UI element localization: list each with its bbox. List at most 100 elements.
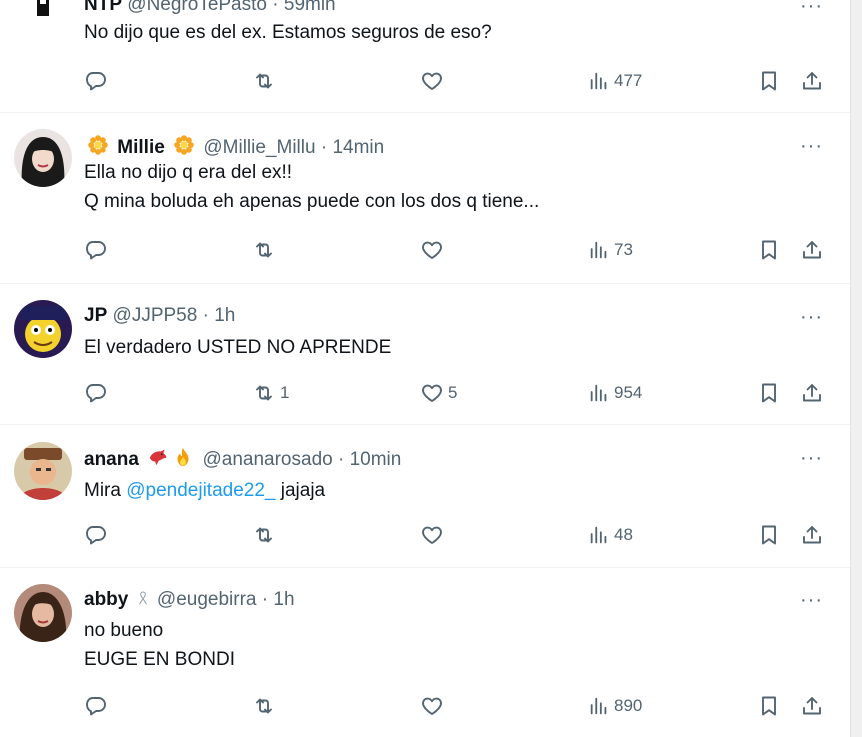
separator-dot: · (202, 305, 209, 326)
bookmark-button[interactable] (757, 378, 781, 408)
tweet-text: no bueno EUGE EN BONDI (84, 616, 235, 674)
reply-button[interactable] (84, 691, 112, 721)
sunflower-icon (87, 134, 109, 156)
avatar-image (14, 300, 72, 358)
reply-button[interactable] (84, 520, 112, 550)
bookmark-icon (757, 69, 781, 93)
avatar-image (14, 584, 72, 642)
user-handle[interactable]: @eugebirra (157, 589, 257, 610)
avatar-image (14, 442, 72, 500)
display-name[interactable]: anana (84, 449, 139, 470)
share-button[interactable] (800, 235, 824, 265)
display-name[interactable]: NTP (84, 0, 122, 15)
views-button[interactable]: 477 (588, 66, 642, 96)
view-count: 954 (614, 383, 643, 402)
tweet-text-line: Ella no dijo q era del ex!! (84, 162, 293, 183)
views-chart-icon (588, 382, 610, 404)
display-name[interactable]: Millie (117, 137, 165, 158)
reply-button[interactable] (84, 378, 112, 408)
user-handle[interactable]: @JJPP58 (113, 305, 198, 326)
like-button[interactable] (420, 66, 448, 96)
sunflower-icon (173, 134, 195, 156)
avatar[interactable] (14, 129, 72, 187)
user-handle[interactable]: @Millie_Millu (203, 137, 315, 158)
tweet-text: No dijo que es del ex. Estamos seguros d… (84, 18, 492, 47)
like-button[interactable]: 5 (420, 378, 457, 408)
timestamp[interactable]: 59min (284, 0, 336, 15)
mention-link[interactable]: @pendejitade22_ (126, 480, 275, 501)
scrollbar[interactable] (850, 0, 862, 737)
share-button[interactable] (800, 520, 824, 550)
bookmark-button[interactable] (757, 691, 781, 721)
bookmark-button[interactable] (757, 235, 781, 265)
display-name[interactable]: JP (84, 305, 107, 326)
bookmark-button[interactable] (757, 66, 781, 96)
view-count: 477 (614, 71, 643, 90)
more-options-button[interactable]: ··· (800, 0, 823, 16)
like-button[interactable] (420, 235, 448, 265)
share-button[interactable] (800, 378, 824, 408)
views-button[interactable]: 73 (588, 235, 633, 265)
share-button[interactable] (800, 66, 824, 96)
tweet-text-line: EUGE EN BONDI (84, 649, 235, 670)
tweet-anana[interactable]: anana @ananarosado · 10min ··· Mira @pen… (0, 425, 850, 568)
share-icon (800, 238, 824, 262)
share-icon (800, 381, 824, 405)
more-options-button[interactable]: ··· (800, 448, 823, 468)
more-options-button[interactable]: ··· (800, 590, 823, 610)
more-options-button[interactable]: ··· (800, 307, 823, 327)
tweet-jp[interactable]: JP @JJPP58 · 1h ··· El verdadero USTED N… (0, 284, 850, 425)
retweet-button[interactable] (252, 520, 280, 550)
user-handle[interactable]: @ananarosado (202, 449, 332, 470)
retweet-icon (252, 238, 276, 262)
separator-dot: · (320, 137, 328, 158)
tweet-abby[interactable]: abby @eugebirra · 1h ··· no bueno EUGE E… (0, 568, 850, 737)
heart-icon (420, 238, 444, 262)
action-bar: 48 (0, 520, 850, 550)
views-chart-icon (588, 695, 610, 717)
retweet-icon (252, 381, 276, 405)
tweet-text: Mira @pendejitade22_ jajaja (84, 476, 325, 505)
tweet-text-line: no bueno (84, 620, 164, 641)
reply-feed: NTP @NegroTePasto · 59min ··· No dijo qu… (0, 0, 850, 737)
retweet-button[interactable] (252, 66, 280, 96)
tweet-text: El verdadero USTED NO APRENDE (84, 333, 391, 362)
bookmark-button[interactable] (757, 520, 781, 550)
reply-button[interactable] (84, 66, 112, 96)
tweet-millie[interactable]: Millie @Millie_Millu · 14min ··· Ella no… (0, 113, 850, 284)
retweet-button[interactable] (252, 691, 280, 721)
retweet-icon (252, 69, 276, 93)
avatar[interactable] (14, 300, 72, 358)
action-bar: 890 (0, 691, 850, 721)
reply-button[interactable] (84, 235, 112, 265)
avatar[interactable] (14, 584, 72, 642)
display-name[interactable]: abby (84, 589, 128, 610)
views-button[interactable]: 890 (588, 691, 642, 721)
bird-icon (147, 446, 169, 468)
views-button[interactable]: 48 (588, 520, 633, 550)
user-handle[interactable]: @NegroTePasto (127, 0, 267, 15)
views-button[interactable]: 954 (588, 378, 642, 408)
avatar[interactable] (14, 442, 72, 500)
views-chart-icon (588, 70, 610, 92)
reply-icon (84, 69, 108, 93)
timestamp[interactable]: 14min (332, 137, 384, 158)
tweet-ntp[interactable]: NTP @NegroTePasto · 59min ··· No dijo qu… (0, 0, 850, 113)
retweet-button[interactable] (252, 235, 280, 265)
bookmark-icon (757, 523, 781, 547)
timestamp[interactable]: 1h (214, 305, 235, 326)
retweet-icon (252, 523, 276, 547)
like-button[interactable] (420, 520, 448, 550)
fire-icon (172, 446, 194, 468)
timestamp[interactable]: 1h (273, 589, 294, 610)
action-bar: 73 (0, 235, 850, 265)
like-button[interactable] (420, 691, 448, 721)
retweet-button[interactable]: 1 (252, 378, 289, 408)
avatar[interactable] (18, 0, 68, 16)
tweet-header: Millie @Millie_Millu · 14min (84, 134, 384, 159)
timestamp[interactable]: 10min (350, 449, 402, 470)
more-options-button[interactable]: ··· (800, 136, 823, 156)
bookmark-icon (757, 238, 781, 262)
share-button[interactable] (800, 691, 824, 721)
ribbon-icon (135, 588, 151, 608)
